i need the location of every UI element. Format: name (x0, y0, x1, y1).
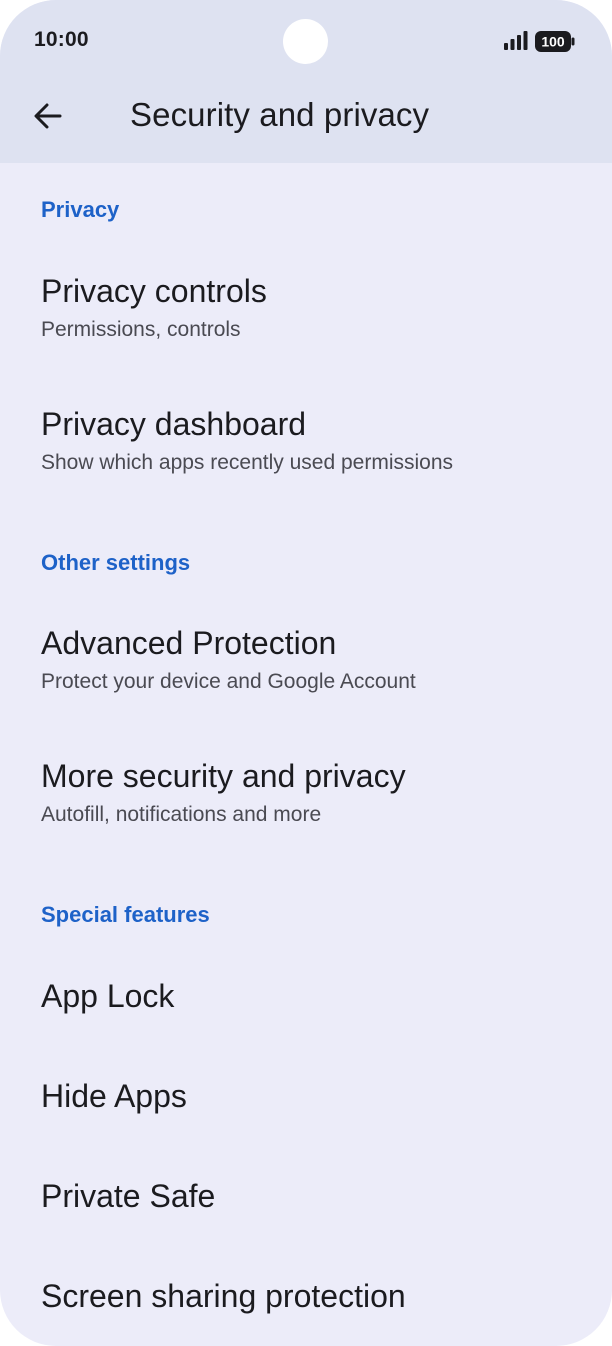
page-title: Security and privacy (130, 96, 430, 133)
back-button[interactable] (24, 92, 72, 140)
setting-title: Advanced Protection (41, 625, 337, 661)
setting-subtitle: Protect your device and Google Account (41, 670, 416, 693)
section-header-privacy: Privacy (41, 197, 120, 222)
section-header-special: Special features (41, 902, 210, 927)
setting-title: Screen sharing protection (41, 1278, 406, 1314)
setting-title: More security and privacy (41, 758, 406, 794)
section-header-other: Other settings (41, 550, 191, 575)
setting-title: Private Safe (41, 1178, 216, 1214)
setting-privacy-controls[interactable]: Privacy controls Permissions, controls (0, 240, 612, 360)
setting-private-safe[interactable]: Private Safe (0, 1148, 612, 1244)
setting-title: App Lock (41, 978, 175, 1014)
setting-title: Hide Apps (41, 1078, 187, 1114)
top-app-bar: 10:00 100 Security and privacy (0, 0, 612, 163)
battery-level: 100 (541, 34, 565, 50)
setting-subtitle: Autofill, notifications and more (41, 803, 322, 826)
camera-cutout (283, 19, 328, 64)
setting-subtitle: Permissions, controls (41, 318, 241, 341)
arrow-left-icon (34, 103, 62, 129)
status-time: 10:00 (34, 28, 89, 51)
setting-title: Privacy dashboard (41, 406, 307, 442)
setting-title: Privacy controls (41, 273, 267, 309)
phone-screen: 10:00 100 Security and privacy Privacy P… (0, 0, 612, 1346)
setting-app-lock[interactable]: App Lock (0, 948, 612, 1044)
setting-privacy-dashboard[interactable]: Privacy dashboard Show which apps recent… (0, 372, 612, 492)
setting-screen-sharing-protection[interactable]: Screen sharing protection (0, 1248, 612, 1344)
setting-hide-apps[interactable]: Hide Apps (0, 1048, 612, 1144)
setting-subtitle: Show which apps recently used permission… (41, 451, 454, 474)
battery-icon: 100 (535, 31, 575, 52)
setting-advanced-protection[interactable]: Advanced Protection Protect your device … (0, 592, 612, 712)
setting-more-security[interactable]: More security and privacy Autofill, noti… (0, 725, 612, 845)
signal-icon (504, 31, 528, 50)
